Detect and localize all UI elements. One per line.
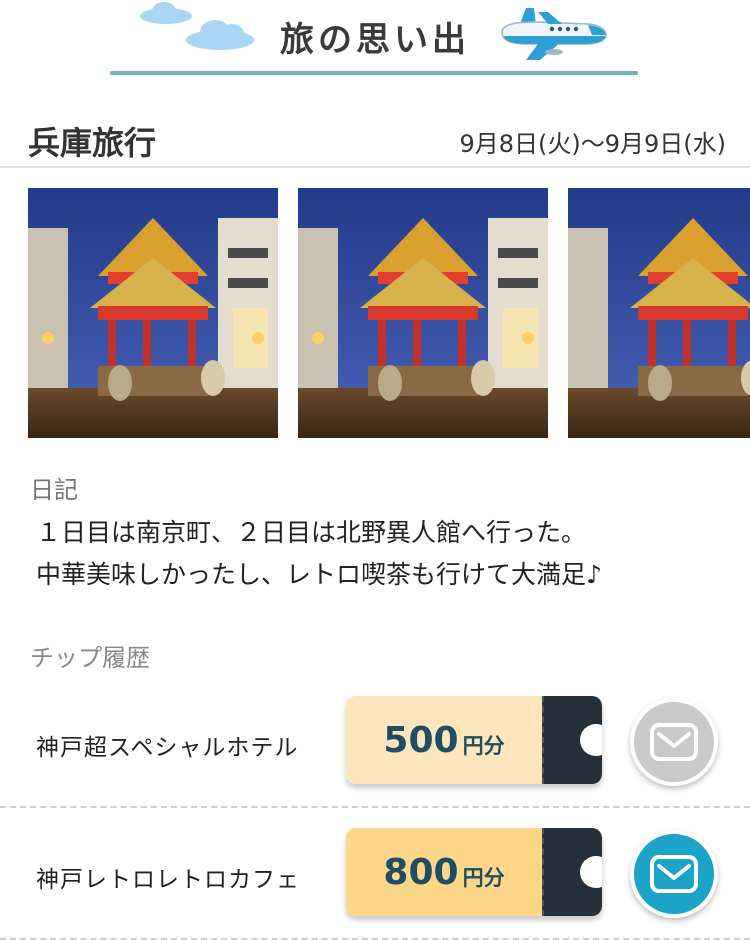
page-title: 旅の思い出 <box>280 20 470 60</box>
tip-unit: 円分 <box>462 734 505 758</box>
app-header: 旅の思い出 <box>0 0 750 78</box>
send-message-button[interactable] <box>630 830 718 918</box>
tip-ticket: 500 円分 <box>346 696 602 784</box>
trip-photo[interactable] <box>298 188 548 438</box>
send-message-button[interactable] <box>630 698 718 786</box>
trip-photo[interactable] <box>28 188 278 438</box>
divider <box>0 166 750 168</box>
photo-image <box>298 188 548 438</box>
photo-carousel[interactable] <box>28 188 750 438</box>
tip-row: 神戸レトロレトロカフェ 800 円分 <box>0 812 750 934</box>
dashed-divider <box>0 806 750 808</box>
tip-amount: 800 <box>383 851 459 893</box>
trip-title: 兵庫旅行 <box>28 124 157 162</box>
tip-history-label: チップ履歴 <box>30 644 150 672</box>
tip-shop-name: 神戸レトロレトロカフェ <box>36 867 300 893</box>
tip-amount: 500 <box>383 719 459 761</box>
airplane-icon <box>501 8 607 60</box>
diary-text: １日目は南京町、２日目は北野異人館へ行った。 中華美味しかったし、レトロ喫茶も行… <box>36 512 736 596</box>
ticket-body: 500 円分 <box>346 696 542 784</box>
tip-ticket: 800 円分 <box>346 828 602 916</box>
envelope-icon <box>650 723 698 761</box>
envelope-icon <box>650 855 698 893</box>
tip-row: 神戸超スペシャルホテル 500 円分 <box>0 680 750 802</box>
tip-unit: 円分 <box>462 866 505 890</box>
ticket-body: 800 円分 <box>346 828 542 916</box>
diary-line: 中華美味しかったし、レトロ喫茶も行けて大満足♪ <box>36 560 602 589</box>
header-underline <box>110 71 638 75</box>
trip-photo[interactable] <box>568 188 750 438</box>
diary-label: 日記 <box>30 476 78 504</box>
photo-image <box>28 188 278 438</box>
photo-image <box>568 188 750 438</box>
diary-line: １日目は南京町、２日目は北野異人館へ行った。 <box>36 518 587 547</box>
trip-dates: 9月8日(火)〜9月9日(水) <box>459 130 726 158</box>
tip-shop-name: 神戸超スペシャルホテル <box>36 735 299 761</box>
